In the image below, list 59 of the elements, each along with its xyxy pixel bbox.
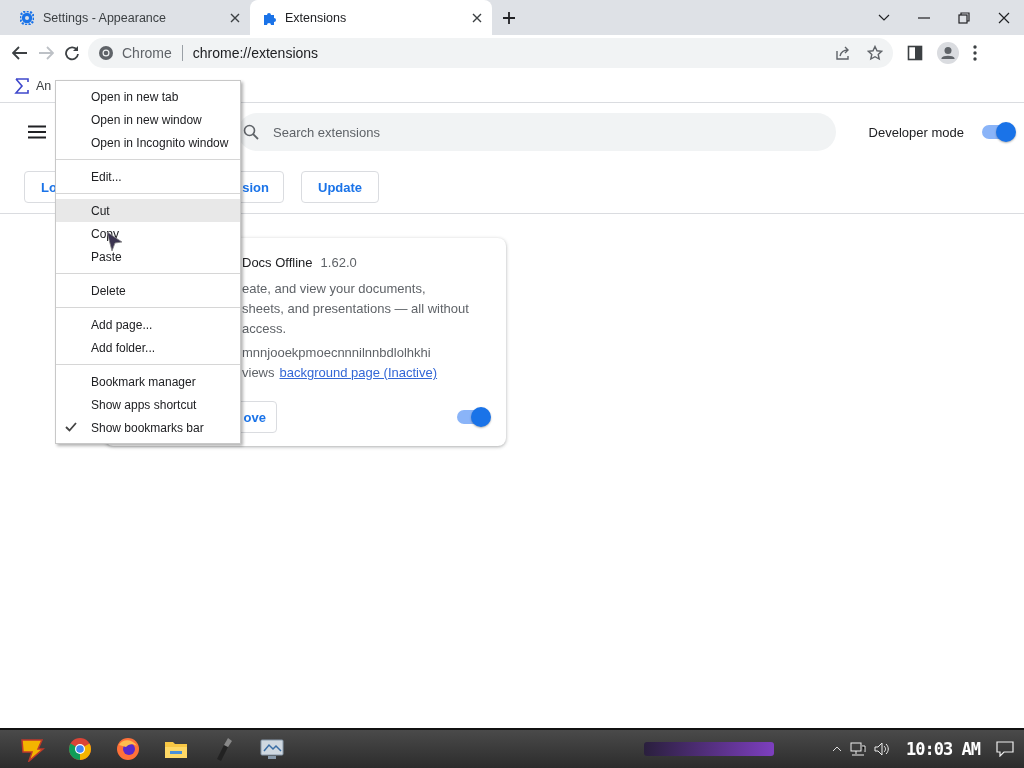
minimize-icon[interactable]: [918, 16, 930, 19]
monitor-icon[interactable]: [260, 738, 284, 760]
chrome-icon[interactable]: [68, 737, 92, 761]
gear-icon: [20, 10, 34, 25]
chevron-up-icon[interactable]: [832, 746, 843, 752]
check-icon: [65, 422, 77, 432]
menu-item[interactable]: Open in Incognito window: [56, 131, 240, 154]
network-icon[interactable]: [850, 742, 867, 756]
new-tab-icon[interactable]: [502, 10, 516, 25]
menu-item[interactable]: Delete: [56, 279, 240, 302]
restore-icon[interactable]: [958, 11, 970, 24]
close-icon[interactable]: [998, 11, 1010, 24]
developer-mode-toggle[interactable]: [982, 125, 1014, 139]
address-bar[interactable]: Chrome chrome://extensions: [88, 37, 893, 68]
forward-icon: [38, 45, 54, 60]
views-label: views: [242, 364, 275, 382]
firefox-icon[interactable]: [116, 737, 140, 761]
volume-icon[interactable]: [874, 742, 891, 756]
menu-item[interactable]: Open in new tab: [56, 85, 240, 108]
menu-item[interactable]: Open in new window: [56, 108, 240, 131]
search-icon: [243, 124, 259, 140]
notification-icon[interactable]: [996, 741, 1014, 757]
menu-item[interactable]: Bookmark manager: [56, 370, 240, 393]
browser-tab[interactable]: Settings - Appearance: [8, 0, 250, 35]
back-icon[interactable]: [12, 45, 28, 60]
description-line: sheets, and presentations — all without: [242, 300, 470, 318]
description-line: eate, and view your documents,: [242, 280, 427, 298]
folder-icon[interactable]: [164, 739, 188, 759]
reload-icon[interactable]: [64, 44, 80, 61]
close-icon[interactable]: [472, 12, 482, 23]
start-logo-icon[interactable]: [19, 736, 45, 762]
avatar-icon[interactable]: [937, 41, 959, 64]
extension-toggle[interactable]: [457, 410, 489, 424]
toolbar-button[interactable]: Update: [301, 171, 380, 203]
chevron-down-icon[interactable]: [878, 13, 890, 22]
side-panel-icon[interactable]: [907, 44, 923, 61]
developer-mode-label: Developer mode: [868, 124, 964, 140]
bookmark[interactable]: An: [36, 79, 52, 93]
menu-item[interactable]: Add folder...: [56, 336, 240, 359]
star-icon[interactable]: [867, 44, 883, 61]
menu-item[interactable]: Add page...: [56, 313, 240, 336]
extension-name: Docs Offline: [242, 255, 313, 270]
puzzle-icon: [262, 10, 276, 25]
url-text: chrome://extensions: [192, 44, 320, 61]
menu-item[interactable]: Cut: [56, 199, 240, 222]
extension-id: mnnjooekpmoecnnnilnnbdlolhkhi: [242, 344, 432, 362]
description-line: access.: [242, 320, 288, 338]
more-menu-icon[interactable]: [973, 44, 977, 61]
close-icon[interactable]: [230, 12, 240, 23]
sigma-icon: [14, 78, 30, 94]
background-page-link[interactable]: background page (Inactive): [279, 363, 438, 383]
extension-version: 1.62.0: [320, 255, 357, 270]
share-icon[interactable]: [835, 44, 851, 61]
search-field[interactable]: Search extensions: [238, 113, 836, 151]
browser-tab[interactable]: Extensions: [250, 0, 492, 35]
clock[interactable]: 10:03 AM: [906, 739, 980, 759]
menu-item[interactable]: Paste: [56, 245, 240, 268]
site-label: Chrome: [122, 44, 172, 61]
menu-icon[interactable]: [28, 125, 46, 139]
